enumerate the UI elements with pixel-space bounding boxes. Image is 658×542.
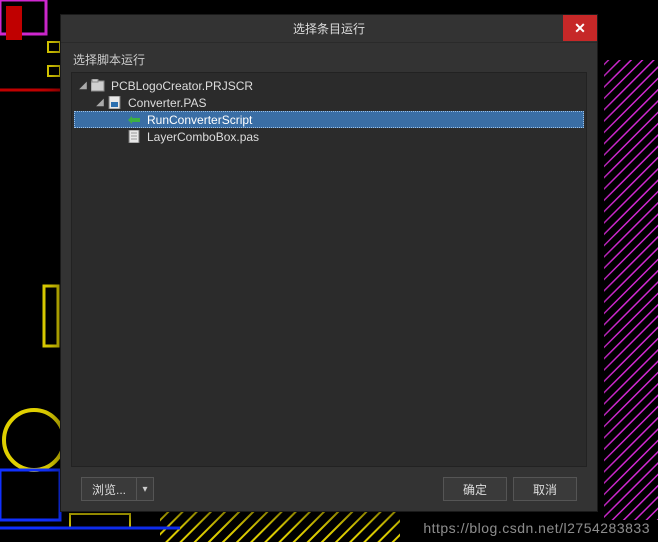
tree-label: LayerComboBox.pas <box>145 130 259 144</box>
tree-label: RunConverterScript <box>145 113 252 127</box>
cancel-label: 取消 <box>533 481 557 498</box>
tree-node-pas[interactable]: ◢ Converter.PAS <box>74 94 584 111</box>
titlebar[interactable]: 选择条目运行 ✕ <box>61 15 597 43</box>
chevron-down-icon[interactable]: ◢ <box>95 97 105 108</box>
browse-dropdown-button[interactable]: ▾ <box>136 477 154 501</box>
ok-button[interactable]: 确定 <box>443 477 507 501</box>
tree-node-project[interactable]: ◢ PCBLogoCreator.PRJSCR <box>74 77 584 94</box>
project-icon <box>91 79 106 93</box>
dialog-footer: 浏览... ▾ 确定 取消 <box>71 467 587 511</box>
cancel-button[interactable]: 取消 <box>513 477 577 501</box>
close-icon: ✕ <box>574 21 586 35</box>
close-button[interactable]: ✕ <box>563 15 597 41</box>
tree-label: Converter.PAS <box>126 96 206 110</box>
proc-icon <box>127 113 142 127</box>
chevron-down-icon[interactable]: ◢ <box>78 80 88 91</box>
dialog-title: 选择条目运行 <box>293 20 365 37</box>
browse-label: 浏览... <box>92 481 126 498</box>
tree-label: PCBLogoCreator.PRJSCR <box>109 79 253 93</box>
file-icon <box>127 130 142 144</box>
tree-node-file[interactable]: LayerComboBox.pas <box>74 128 584 145</box>
script-tree-panel[interactable]: ◢ PCBLogoCreator.PRJSCR ◢ <box>71 72 587 467</box>
chevron-down-icon: ▾ <box>143 484 148 495</box>
dialog-body: 选择脚本运行 ◢ PCBLogoCreator.PRJSCR <box>61 43 597 511</box>
pas-icon <box>108 96 123 110</box>
browse-button[interactable]: 浏览... <box>81 477 136 501</box>
section-label: 选择脚本运行 <box>73 51 587 68</box>
ok-label: 确定 <box>463 481 487 498</box>
tree-node-proc[interactable]: RunConverterScript <box>74 111 584 128</box>
script-tree: ◢ PCBLogoCreator.PRJSCR ◢ <box>74 77 584 145</box>
browse-split-button: 浏览... ▾ <box>81 477 154 501</box>
run-item-dialog: 选择条目运行 ✕ 选择脚本运行 ◢ PCBLogoCreator.PRJSCR <box>60 14 598 512</box>
